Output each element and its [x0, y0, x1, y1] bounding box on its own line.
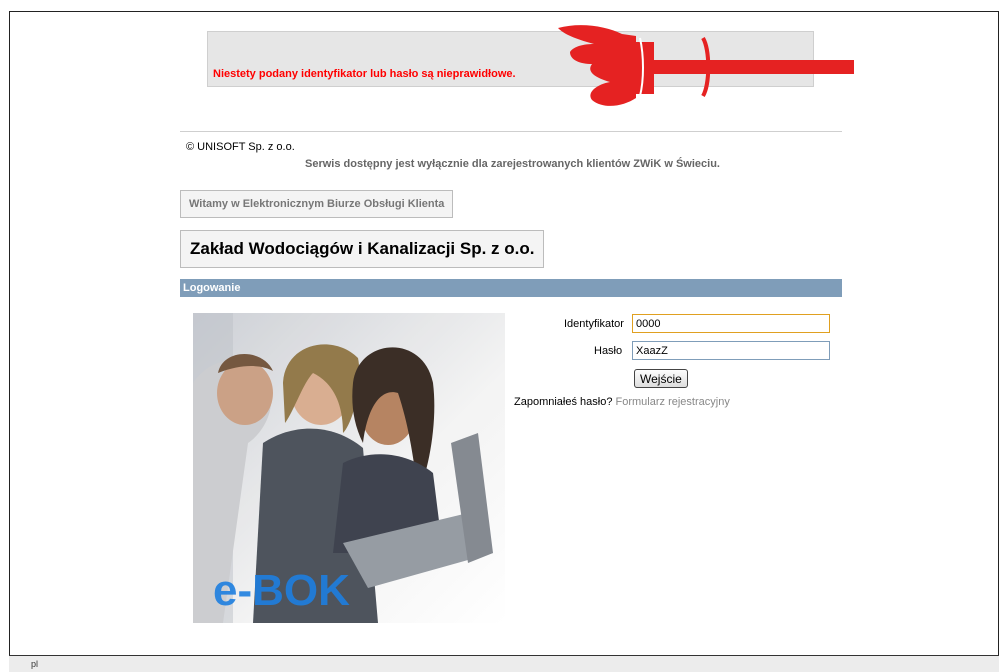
- identifier-input[interactable]: [632, 314, 830, 333]
- ebok-logo-text: e-BOK: [213, 566, 350, 615]
- registration-form-link[interactable]: Formularz rejestracyjny: [616, 396, 730, 408]
- login-submit-button[interactable]: Wejście: [634, 369, 688, 388]
- ebok-photo: e-BOK: [193, 313, 505, 623]
- forgot-password-text: Zapomniałeś hasło?: [514, 396, 613, 408]
- identifier-label: Identyfikator: [564, 318, 624, 330]
- error-message: Niestety podany identyfikator lub hasło …: [213, 68, 516, 80]
- copyright-text: © UNISOFT Sp. z o.o.: [186, 141, 295, 153]
- status-bar: pl: [9, 655, 999, 672]
- pointing-hand-icon: [558, 25, 854, 106]
- password-input[interactable]: [632, 341, 830, 360]
- welcome-button[interactable]: Witamy w Elektronicznym Biurze Obsługi K…: [180, 190, 454, 218]
- header-divider: [180, 131, 842, 132]
- forgot-password-line: Zapomniałeś hasło? Formularz rejestracyj…: [514, 396, 730, 408]
- language-indicator: pl: [31, 659, 39, 669]
- login-section-header: Logowanie: [180, 279, 842, 297]
- service-notice: Serwis dostępny jest wyłącznie dla zarej…: [305, 158, 720, 170]
- company-name-button[interactable]: Zakład Wodociągów i Kanalizacji Sp. z o.…: [180, 230, 545, 268]
- password-label: Hasło: [594, 345, 623, 357]
